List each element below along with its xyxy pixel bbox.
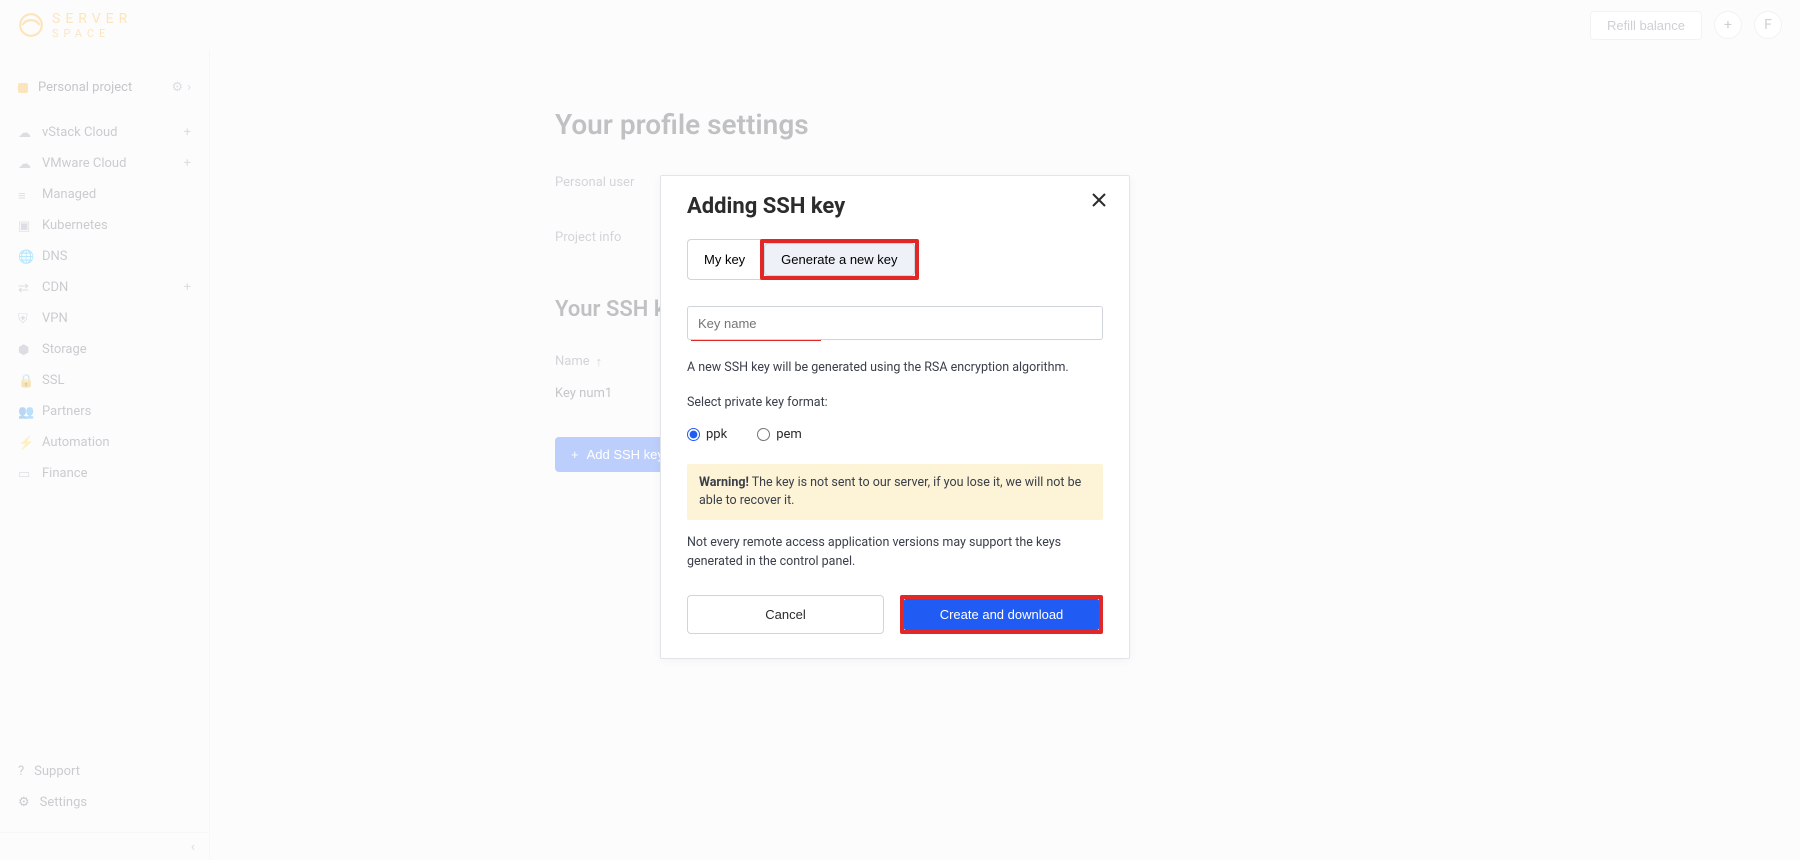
sidebar-item-dns[interactable]: 🌐 DNS [6,241,203,272]
radio-pem[interactable]: pem [757,427,802,442]
hint-compat: Not every remote access application vers… [687,534,1103,572]
topbar: SERVER SPACE Refill balance + F [0,0,1800,50]
highlight-create-button: Create and download [900,595,1103,634]
sidebar-item-label: Managed [42,187,96,202]
sidebar-item-label: Finance [42,466,87,481]
key-name-input[interactable] [687,306,1103,340]
sidebar-item-label: CDN [42,280,68,295]
tab-my-key[interactable]: My key [687,239,761,280]
cloud-icon: ☁ [18,157,32,171]
shield-icon: ⛨ [18,312,32,326]
sidebar-item-label: Kubernetes [42,218,108,233]
sidebar-item-finance[interactable]: ▭ Finance [6,458,203,489]
col-name: Name [555,354,590,370]
project-settings-icon[interactable]: ⚙ [171,80,183,95]
radio-ppk-input[interactable] [687,428,700,441]
hint-rsa: A new SSH key will be generated using th… [687,359,1103,378]
key-format-radios: ppk pem [687,427,1103,442]
sidebar-item-automation[interactable]: ⚡ Automation [6,427,203,458]
add-ssh-key-modal: Adding SSH key My key Generate a new key… [660,175,1130,659]
radio-ppk[interactable]: ppk [687,427,727,442]
network-icon: ⇄ [18,281,32,295]
close-icon[interactable] [1087,188,1111,212]
create-and-download-button[interactable]: Create and download [904,599,1099,630]
sidebar-item-label: Settings [40,795,87,810]
lock-icon: 🔒 [18,374,32,388]
sidebar-item-label: DNS [42,249,68,264]
highlight-generate-tab: Generate a new key [760,239,918,280]
tab-generate-new-key[interactable]: Generate a new key [764,243,914,276]
sidebar-item-support[interactable]: ? Support [6,756,203,787]
cancel-button[interactable]: Cancel [687,595,884,634]
radio-ppk-label: ppk [706,427,727,442]
sidebar-item-managed[interactable]: ≡ Managed [6,179,203,210]
format-label: Select private key format: [687,394,1103,413]
page-title: Your profile settings [555,108,1800,141]
logo-icon [18,12,44,38]
sidebar-item-partners[interactable]: 👥 Partners [6,396,203,427]
project-name: Personal project [38,80,132,95]
tab-personal-user[interactable]: Personal user [555,175,634,190]
topbar-right: Refill balance + F [1590,11,1782,40]
users-icon: 👥 [18,405,32,419]
sidebar: Personal project ⚙ › ☁ vStack Cloud + ☁ VMwa… [0,50,210,860]
sidebar-item-label: Partners [42,404,91,419]
brand-bottom: SPACE [52,27,132,40]
add-ssh-label: Add SSH key [587,447,664,462]
sidebar-item-label: VPN [42,311,68,326]
sidebar-item-ssl[interactable]: 🔒 SSL [6,365,203,396]
sidebar-item-vpn[interactable]: ⛨ VPN [6,303,203,334]
cube-icon: ▣ [18,219,32,233]
warning-text: The key is not sent to our server, if yo… [699,475,1081,508]
disk-icon: ⬢ [18,343,32,357]
warning-bold: Warning! [699,475,749,490]
globe-icon: 🌐 [18,250,32,264]
sidebar-item-vmware-cloud[interactable]: ☁ VMware Cloud + [6,148,203,179]
project-selector[interactable]: Personal project ⚙ › [0,50,209,117]
avatar[interactable]: F [1754,11,1782,39]
plus-icon[interactable]: + [184,156,191,171]
sidebar-bottom: ? Support ⚙ Settings [0,746,209,832]
help-icon: ? [18,764,24,779]
sidebar-item-label: Storage [42,342,87,357]
sidebar-item-kubernetes[interactable]: ▣ Kubernetes [6,210,203,241]
modal-title: Adding SSH key [687,194,1103,219]
sidebar-item-label: Automation [42,435,110,450]
sidebar-item-label: VMware Cloud [42,156,126,171]
sidebar-item-storage[interactable]: ⬢ Storage [6,334,203,365]
project-color-dot [18,83,28,93]
bolt-icon: ⚡ [18,436,32,450]
cloud-icon: ☁ [18,126,32,140]
radio-pem-input[interactable] [757,428,770,441]
sidebar-item-label: Support [34,764,80,779]
sort-icon[interactable]: ↑ [596,354,603,370]
chevron-right-icon[interactable]: › [187,80,191,95]
modal-actions: Cancel Create and download [687,595,1103,634]
radio-pem-label: pem [776,427,802,442]
plus-icon: + [571,447,579,462]
sidebar-item-label: SSL [42,373,64,388]
warning-box: Warning! The key is not sent to our serv… [687,464,1103,520]
add-circle-button[interactable]: + [1714,11,1742,39]
plus-icon[interactable]: + [184,125,191,140]
sidebar-item-settings[interactable]: ⚙ Settings [6,787,203,818]
project-actions: ⚙ › [171,80,191,95]
brand-logo: SERVER SPACE [18,11,132,40]
plus-icon[interactable]: + [184,280,191,295]
gear-icon: ⚙ [18,795,30,810]
sidebar-item-cdn[interactable]: ⇄ CDN + [6,272,203,303]
sidebar-nav: ☁ vStack Cloud + ☁ VMware Cloud + ≡ Managed ▣ Kub… [0,117,209,746]
sidebar-item-label: vStack Cloud [42,125,118,140]
sidebar-item-vstack-cloud[interactable]: ☁ vStack Cloud + [6,117,203,148]
sidebar-collapse-button[interactable]: ‹ [0,832,209,860]
refill-balance-button[interactable]: Refill balance [1590,11,1702,40]
brand-top: SERVER [52,11,132,27]
tab-project-info[interactable]: Project info [555,230,621,245]
card-icon: ▭ [18,467,32,481]
sliders-icon: ≡ [18,188,32,202]
